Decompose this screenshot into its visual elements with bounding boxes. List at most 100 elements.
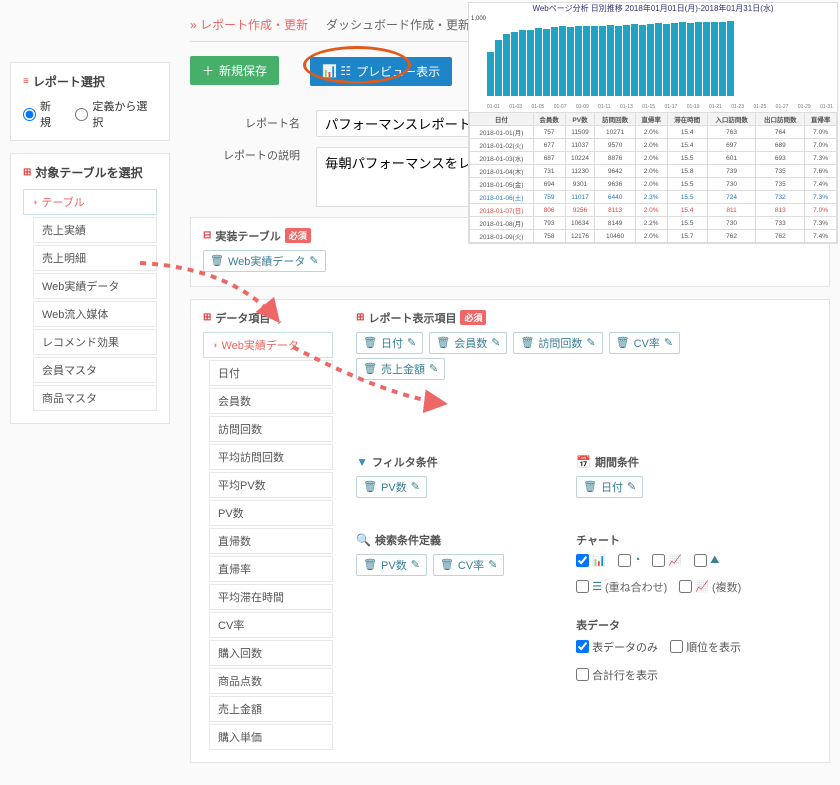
chart-bar (655, 23, 662, 96)
tree-root[interactable]: ◑ テーブル (23, 189, 157, 215)
edit-icon: ✎ (664, 336, 673, 349)
table-row: 2018-01-04(木)7311123096422.0%15.87397357… (470, 165, 837, 178)
preview-button[interactable]: 📊 ☷ プレビュー表示 (310, 57, 452, 86)
edit-icon: ✎ (627, 480, 636, 493)
table-header: 会員数 (533, 113, 565, 126)
area-chart-icon: ⛰ (710, 554, 719, 567)
table-item[interactable]: 会員マスタ (33, 357, 157, 383)
calendar-icon: 📅 (576, 455, 591, 469)
field-tag[interactable]: 🗑PV数✎ (356, 476, 427, 498)
chart-bar (631, 24, 638, 96)
chart-bar (551, 27, 558, 96)
data-field-item[interactable]: 平均訪問回数 (209, 444, 333, 470)
grid-icon: ⊞ (203, 312, 211, 323)
chart-bar (591, 26, 598, 96)
table-header: 入口訪問数 (707, 113, 756, 126)
trash-icon: 🗑 (616, 336, 630, 349)
chk-line[interactable]: 📈 (652, 554, 682, 567)
chk-overlay[interactable]: ☰(重ね合わせ) (576, 579, 667, 595)
chk-rank[interactable]: 順位を表示 (670, 639, 741, 655)
chart-preview-overlay: Webページ分析 日別推移 2018年01月01日(月)-2018年01月31日… (468, 2, 838, 244)
data-field-item[interactable]: CV率 (209, 612, 333, 638)
data-field-item[interactable]: 日付 (209, 360, 333, 386)
edit-icon: ✎ (309, 254, 318, 267)
filter-icon: ▼ (356, 455, 368, 469)
pie-chart-icon: ◔ (634, 554, 641, 566)
chart-bar (535, 28, 542, 96)
marker-icon: ⊞ (23, 167, 31, 178)
table-row: 2018-01-07(日)806925681132.0%15.48118137.… (470, 204, 837, 217)
table-header: 滞在時間 (667, 113, 707, 126)
chart-bar (575, 26, 582, 96)
data-field-item[interactable]: 直帰数 (209, 528, 333, 554)
chart-bar (511, 32, 518, 96)
data-field-item[interactable]: 購入回数 (209, 640, 333, 666)
chart-bar (623, 25, 630, 96)
radio-existing[interactable]: 定義から選択 (75, 98, 157, 130)
table-item[interactable]: レコメンド効果 (33, 329, 157, 355)
data-field-item[interactable]: 購入単価 (209, 724, 333, 750)
tab-report-create[interactable]: » レポート作成・更新 (190, 16, 308, 33)
chart-bar (495, 40, 502, 96)
edit-icon: ✎ (411, 480, 420, 493)
x-axis-labels: 01-0101-0301-0501-0701-0901-1101-1301-15… (469, 104, 837, 112)
data-field-item[interactable]: 訪問回数 (209, 416, 333, 442)
field-tag[interactable]: 🗑日付✎ (356, 332, 423, 354)
chart-bar (503, 34, 510, 96)
bar-chart-icon: 📊 (592, 554, 606, 567)
table-header: 直帰率 (635, 113, 667, 126)
data-fields-root[interactable]: ◑ Web実績データ (203, 332, 333, 358)
field-tag[interactable]: 🗑会員数✎ (429, 332, 507, 354)
trash-icon: 🗑 (440, 558, 454, 571)
table-row: 2018-01-08(月)7931063481492.2%15.57307337… (470, 217, 837, 230)
chk-data-only[interactable]: 表データのみ (576, 639, 658, 655)
table-row: 2018-01-09(火)75812176104602.0%15.7762762… (470, 230, 837, 243)
chk-bar[interactable]: 📊 (576, 554, 606, 567)
chart-bar (639, 25, 646, 96)
field-tag[interactable]: 🗑日付✎ (576, 476, 643, 498)
table-item[interactable]: 売上明細 (33, 245, 157, 271)
chart-data-table: 日付会員数PV数訪問回数直帰率滞在時間入口訪問数出口訪問数直帰率 2018-01… (469, 112, 837, 243)
chk-multi[interactable]: 📈(複数) (679, 579, 741, 595)
data-field-item[interactable]: 平均PV数 (209, 472, 333, 498)
tab-dashboard-create[interactable]: ダッシュボード作成・更新 (326, 16, 470, 33)
chart-bar (527, 30, 534, 96)
report-fields-col: ⊞ レポート表示項目 必須 🗑日付✎🗑会員数✎🗑訪問回数✎🗑CV率✎🗑売上金額✎… (356, 310, 766, 683)
table-item[interactable]: Web実績データ (33, 273, 157, 299)
field-tag[interactable]: 🗑PV数✎ (356, 554, 427, 576)
field-tag[interactable]: 🗑CV率✎ (433, 554, 504, 576)
chart-bar (671, 23, 678, 96)
table-row: 2018-01-06(土)7591101764402.3%15.57247327… (470, 191, 837, 204)
source-table-tag[interactable]: 🗑 Web実績データ ✎ (203, 250, 326, 272)
new-save-button[interactable]: ＋新規保存 (190, 56, 279, 85)
table-item[interactable]: 売上実績 (33, 217, 157, 243)
chart-bar (519, 30, 526, 96)
table-header: 訪問回数 (595, 113, 635, 126)
fields-panel: ⊞ データ項目 ◑ Web実績データ 日付会員数訪問回数平均訪問回数平均PV数P… (190, 299, 830, 763)
table-item[interactable]: Web流入媒体 (33, 301, 157, 327)
data-field-item[interactable]: 会員数 (209, 388, 333, 414)
chk-pie[interactable]: ◔ (618, 554, 641, 567)
field-tag[interactable]: 🗑訪問回数✎ (513, 332, 602, 354)
chart-bar (727, 21, 734, 96)
search-icon: 🔍 (356, 533, 371, 547)
y-axis-label: 1,000 (471, 16, 486, 22)
table-header: 日付 (470, 113, 534, 126)
chk-area[interactable]: ⛰ (694, 554, 719, 567)
data-field-item[interactable]: 売上金額 (209, 696, 333, 722)
chart-bar (487, 52, 494, 96)
trash-icon: 🗑 (363, 480, 377, 493)
edit-icon: ✎ (411, 558, 420, 571)
field-tag[interactable]: 🗑CV率✎ (609, 332, 680, 354)
marker-icon: ≡ (23, 76, 29, 87)
field-tag[interactable]: 🗑売上金額✎ (356, 358, 445, 380)
data-field-item[interactable]: 平均滞在時間 (209, 584, 333, 610)
radio-new[interactable]: 新規 (23, 98, 61, 130)
chk-total[interactable]: 合計行を表示 (576, 667, 658, 683)
table-item[interactable]: 商品マスタ (33, 385, 157, 411)
data-field-item[interactable]: PV数 (209, 500, 333, 526)
data-field-item[interactable]: 直帰率 (209, 556, 333, 582)
chart-bar (559, 26, 566, 96)
chart-bar (703, 22, 710, 96)
data-field-item[interactable]: 商品点数 (209, 668, 333, 694)
